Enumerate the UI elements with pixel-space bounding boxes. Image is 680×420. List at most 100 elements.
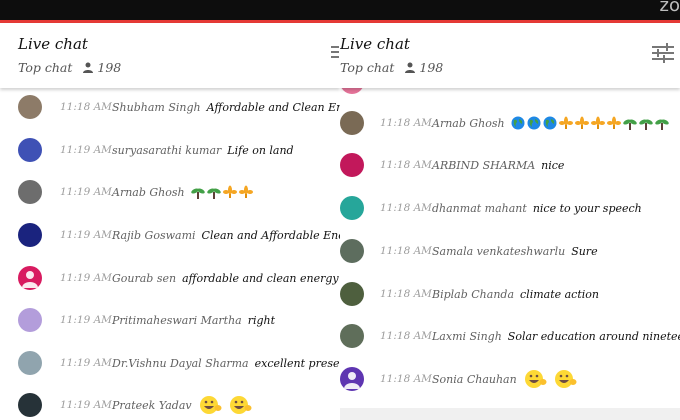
right-chat-panel: zo Live chat Top chat 198 11:18 AM Arnab …: [340, 0, 680, 420]
message-author[interactable]: ARBIND SHARMA: [432, 159, 535, 172]
filter-icon[interactable]: [331, 44, 339, 60]
message-author[interactable]: Dr.Vishnu Dayal Sharma: [112, 357, 249, 370]
message-text: nice to your speech: [532, 201, 642, 215]
avatar[interactable]: [340, 153, 364, 177]
message-timestamp: 11:18 AM: [380, 373, 432, 385]
message-emoji-group: [198, 395, 258, 415]
filter-icon[interactable]: [652, 43, 674, 63]
message-timestamp: 11:18 AM: [380, 117, 432, 129]
chat-message[interactable]: 11:18 AM Shubham Singh Affordable and Clea…: [0, 92, 340, 122]
chat-message[interactable]: 11:18 AM ARBIND SHARMA nice: [340, 150, 680, 180]
message-content: Gourab sen affordable and clean energy: [112, 272, 339, 285]
message-timestamp: 11:19 AM: [60, 357, 112, 369]
viewer-count: 198: [404, 60, 443, 75]
message-author[interactable]: Shubham Singh: [112, 101, 201, 114]
avatar[interactable]: [18, 138, 42, 162]
top-chat-label[interactable]: Top chat: [18, 60, 72, 75]
chat-subtitle-row[interactable]: Top chat 198: [18, 60, 121, 75]
message-content: Rajib Goswami Clean and Affordable Energy: [112, 229, 340, 242]
chat-message[interactable]: 11:18 AM Sonia Chauhan: [340, 364, 680, 394]
globe-icon: [543, 116, 557, 130]
message-author[interactable]: Pritimaheswari Martha: [112, 314, 242, 327]
viewer-count: 198: [82, 60, 121, 75]
chat-message[interactable]: 11:18 AM Laxmi Singh Solar education aroun…: [340, 321, 680, 351]
message-content: Pritimaheswari Martha right: [112, 314, 275, 327]
avatar[interactable]: [340, 324, 364, 348]
avatar[interactable]: [340, 196, 364, 220]
message-author[interactable]: dhanmat mahant: [432, 202, 527, 215]
left-chat-panel: Live chat Top chat 198 11:18 AM Shubham S…: [0, 0, 340, 420]
message-author[interactable]: suryasarathi kumar: [112, 144, 221, 157]
message-author[interactable]: Arnab Ghosh: [432, 117, 505, 130]
chat-message-list[interactable]: 11:18 AM Arnab Ghosh 11:18 AM ARBIND SHARMA…: [340, 70, 680, 420]
avatar[interactable]: [18, 393, 42, 417]
fleur-icon: [590, 116, 605, 129]
chat-message-list[interactable]: 11:18 AM Shubham Singh Affordable and Clea…: [0, 88, 340, 420]
message-text: Life on land: [227, 143, 294, 157]
message-author[interactable]: Laxmi Singh: [432, 330, 502, 343]
message-content: Arnab Ghosh: [432, 116, 671, 130]
message-content: Prateek Yadav: [112, 395, 258, 415]
seedling-icon: [190, 188, 205, 199]
message-emoji-group: [511, 116, 671, 130]
message-content: suryasarathi kumar Life on land: [112, 144, 294, 157]
message-author[interactable]: Sonia Chauhan: [432, 373, 517, 386]
message-content: Samala venkateshwarlu Sure: [432, 245, 598, 258]
message-text: Affordable and Clean Energy: [206, 100, 340, 114]
chat-message[interactable]: 11:19 AM Arnab Ghosh: [0, 177, 340, 207]
message-timestamp: 11:19 AM: [60, 272, 112, 284]
chat-message[interactable]: 11:19 AM suryasarathi kumar Life on land: [0, 135, 340, 165]
seedling-icon: [206, 188, 221, 199]
fleur-icon: [558, 116, 573, 129]
avatar[interactable]: [340, 239, 364, 263]
chat-message[interactable]: 11:19 AM Dr.Vishnu Dayal Sharma excellent …: [0, 348, 340, 378]
message-author[interactable]: Samala venkateshwarlu: [432, 245, 565, 258]
message-timestamp: 11:18 AM: [380, 330, 432, 342]
avatar[interactable]: [340, 367, 364, 391]
seedling-icon: [654, 119, 669, 130]
chat-message[interactable]: 11:18 AM Biplab Chanda climate action: [340, 279, 680, 309]
chat-header: Live chat Top chat 198: [340, 23, 680, 88]
message-emoji-group: [190, 185, 255, 199]
message-timestamp: 11:18 AM: [380, 202, 432, 214]
message-text: excellent presentation: [254, 356, 340, 370]
message-content: Laxmi Singh Solar education around ninete…: [432, 330, 680, 343]
zoom-label: zo: [659, 0, 680, 16]
top-chat-label[interactable]: Top chat: [340, 60, 394, 75]
fleur-icon: [238, 185, 253, 198]
message-timestamp: 11:19 AM: [60, 399, 112, 411]
chat-message[interactable]: 11:19 AM Prateek Yadav: [0, 390, 340, 420]
top-bar: [0, 0, 340, 20]
message-author[interactable]: Gourab sen: [112, 272, 176, 285]
message-timestamp: 11:18 AM: [380, 288, 432, 300]
avatar[interactable]: [18, 223, 42, 247]
avatar[interactable]: [18, 266, 42, 290]
chat-message[interactable]: 11:19 AM Rajib Goswami Clean and Affordabl…: [0, 220, 340, 250]
smiley-icon: [524, 370, 547, 388]
chat-header: Live chat Top chat 198: [0, 23, 340, 88]
chat-message[interactable]: 11:19 AM Gourab sen affordable and clean e…: [0, 263, 340, 293]
message-content: dhanmat mahant nice to your speech: [432, 202, 642, 215]
avatar[interactable]: [18, 351, 42, 375]
message-author[interactable]: Rajib Goswami: [112, 229, 196, 242]
message-content: Biplab Chanda climate action: [432, 288, 599, 301]
avatar[interactable]: [340, 282, 364, 306]
chat-message[interactable]: 11:19 AM Pritimaheswari Martha right: [0, 305, 340, 335]
avatar[interactable]: [340, 111, 364, 135]
fleur-icon: [574, 116, 589, 129]
chat-message[interactable]: 11:18 AM Samala venkateshwarlu Sure: [340, 236, 680, 266]
message-content: ARBIND SHARMA nice: [432, 159, 564, 172]
chat-message[interactable]: 11:18 AM dhanmat mahant nice to your speec…: [340, 193, 680, 223]
avatar[interactable]: [18, 308, 42, 332]
message-text: nice: [541, 158, 565, 172]
fleur-icon: [606, 116, 621, 129]
message-author[interactable]: Arnab Ghosh: [112, 186, 185, 199]
chat-message[interactable]: 11:18 AM Arnab Ghosh: [340, 108, 680, 138]
message-author[interactable]: Biplab Chanda: [432, 288, 514, 301]
avatar[interactable]: [18, 180, 42, 204]
chat-subtitle-row[interactable]: Top chat 198: [340, 60, 443, 75]
message-emoji-group: [523, 369, 583, 389]
avatar[interactable]: [18, 95, 42, 119]
message-author[interactable]: Prateek Yadav: [112, 399, 192, 412]
message-timestamp: 11:18 AM: [380, 245, 432, 257]
